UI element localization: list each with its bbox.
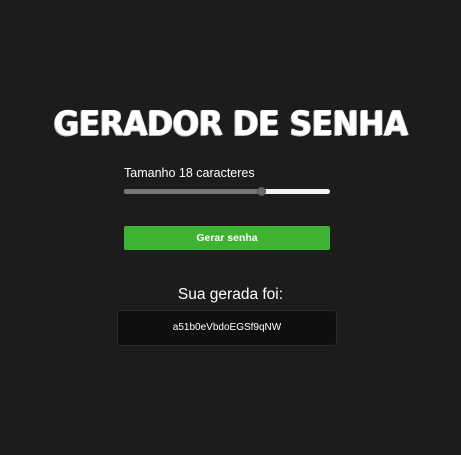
generate-password-button[interactable]: Gerar senha — [124, 226, 330, 250]
slider-fill — [124, 189, 262, 194]
generated-password-text: a51b0eVbdoEGSf9qNW — [172, 322, 282, 333]
length-slider[interactable] — [124, 186, 330, 198]
slider-thumb[interactable] — [257, 187, 267, 196]
slider-track[interactable] — [124, 189, 330, 194]
generated-password-box[interactable]: a51b0eVbdoEGSf9qNW — [117, 310, 337, 346]
length-label: Tamanho 18 caracteres — [124, 166, 255, 180]
result-title: Sua gerada foi: — [177, 286, 284, 303]
page-title: GERADOR DE SENHA — [53, 104, 408, 144]
